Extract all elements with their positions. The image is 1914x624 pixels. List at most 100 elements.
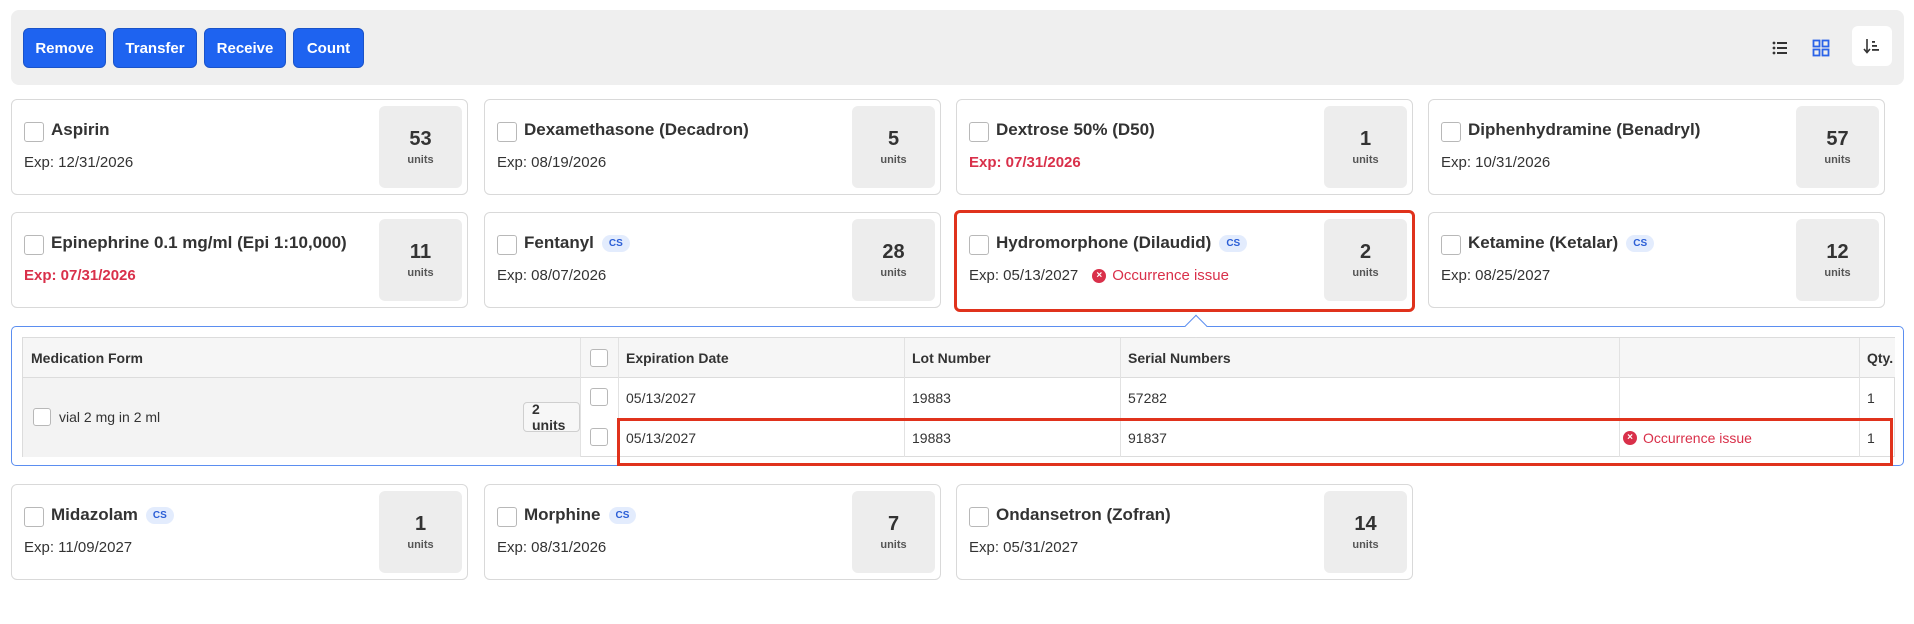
quantity-value: 7: [887, 513, 900, 535]
lot-row-checkbox[interactable]: [590, 388, 608, 406]
remove-button[interactable]: Remove: [23, 28, 106, 68]
quantity-box: 28 units: [852, 219, 935, 301]
quantity-value: 57: [1826, 128, 1849, 150]
medication-name: Diphenhydramine (Benadryl): [1468, 120, 1700, 140]
expiration-date: Exp: 05/13/2027 × Occurrence issue: [969, 267, 1229, 284]
medication-name-text: Dexamethasone (Decadron): [524, 120, 749, 139]
quantity-box: 5 units: [852, 106, 935, 188]
receive-button[interactable]: Receive: [204, 28, 286, 68]
controlled-substance-badge: CS: [601, 234, 630, 252]
quantity-box: 1 units: [379, 491, 462, 573]
occurrence-issue: × Occurrence issue: [1092, 267, 1229, 284]
quantity-value: 12: [1826, 241, 1849, 263]
medication-checkbox[interactable]: [1441, 235, 1461, 255]
quantity-value: 11: [409, 241, 432, 263]
expiration-text: Exp: 05/31/2027: [969, 539, 1079, 556]
quantity-value: 14: [1354, 513, 1377, 535]
medication-checkbox[interactable]: [497, 122, 517, 142]
medication-checkbox[interactable]: [1441, 122, 1461, 142]
medication-name-text: Dextrose 50% (D50): [996, 120, 1155, 139]
medication-card[interactable]: Aspirin Exp: 12/31/2026 53 units: [11, 99, 468, 195]
column-header-medication-form: Medication Form: [23, 338, 580, 378]
quantity-box: 1 units: [1324, 106, 1407, 188]
expiration-date: Exp: 12/31/2026: [24, 154, 133, 171]
lot-detail-panel: Medication Form Expiration Date Lot Numb…: [11, 326, 1904, 466]
medication-card[interactable]: Ondansetron (Zofran) Exp: 05/31/2027 14 …: [956, 484, 1413, 580]
medication-checkbox[interactable]: [497, 507, 517, 527]
transfer-button[interactable]: Transfer: [113, 28, 197, 68]
medication-checkbox[interactable]: [969, 507, 989, 527]
expiration-text: Exp: 07/31/2026: [969, 154, 1081, 171]
medication-card[interactable]: Diphenhydramine (Benadryl) Exp: 10/31/20…: [1428, 99, 1885, 195]
expiration-date: Exp: 08/19/2026: [497, 154, 606, 171]
medication-name-text: Diphenhydramine (Benadryl): [1468, 120, 1701, 139]
column-header-lot-number: Lot Number: [904, 338, 1120, 378]
quantity-unit: units: [407, 267, 434, 279]
list-view-icon[interactable]: [1770, 38, 1790, 58]
medication-card[interactable]: Ketamine (Ketalar) CS Exp: 08/25/2027 12…: [1428, 212, 1885, 308]
controlled-substance-badge: CS: [608, 506, 637, 524]
medication-checkbox[interactable]: [24, 122, 44, 142]
medication-checkbox[interactable]: [24, 507, 44, 527]
medication-card[interactable]: Morphine CS Exp: 08/31/2026 7 units: [484, 484, 941, 580]
medication-name-text: Ondansetron (Zofran): [996, 505, 1171, 524]
quantity-box: 12 units: [1796, 219, 1879, 301]
medication-name-text: Midazolam: [51, 505, 138, 524]
medication-card[interactable]: Fentanyl CS Exp: 08/07/2026 28 units: [484, 212, 941, 308]
quantity-value: 53: [409, 128, 432, 150]
form-units-badge: 2 units: [523, 401, 580, 433]
grid-view-icon[interactable]: [1811, 38, 1831, 58]
lot-row-checkbox[interactable]: [590, 428, 608, 446]
quantity-box: 14 units: [1324, 491, 1407, 573]
medication-form-label: vial 2 mg in 2 ml: [59, 409, 161, 425]
column-divider: [580, 338, 581, 457]
quantity-unit: units: [407, 154, 434, 166]
count-button[interactable]: Count: [293, 28, 364, 68]
medication-checkbox[interactable]: [969, 122, 989, 142]
expiration-date: Exp: 07/31/2026: [969, 154, 1081, 171]
expiration-text: Exp: 08/31/2026: [497, 539, 607, 556]
occurrence-issue-label: Occurrence issue: [1112, 267, 1229, 284]
medication-checkbox[interactable]: [24, 235, 44, 255]
lot-row-expiration: 05/13/2027: [626, 390, 697, 406]
medication-card[interactable]: Dextrose 50% (D50) Exp: 07/31/2026 1 uni…: [956, 99, 1413, 195]
expiration-date: Exp: 07/31/2026: [24, 267, 136, 284]
quantity-value: 1: [1359, 128, 1372, 150]
quantity-unit: units: [880, 154, 907, 166]
quantity-box: 7 units: [852, 491, 935, 573]
expiration-text: Exp: 12/31/2026: [24, 154, 134, 171]
medication-name: Ketamine (Ketalar) CS: [1468, 233, 1655, 253]
expiration-text: Exp: 10/31/2026: [1441, 154, 1551, 171]
medication-checkbox[interactable]: [969, 235, 989, 255]
expiration-date: Exp: 10/31/2026: [1441, 154, 1550, 171]
medication-form-cell: vial 2 mg in 2 ml 2 units: [23, 378, 580, 457]
medication-checkbox[interactable]: [497, 235, 517, 255]
medication-name-text: Aspirin: [51, 120, 110, 139]
select-all-checkbox[interactable]: [590, 349, 608, 367]
expiration-date: Exp: 08/31/2026: [497, 539, 606, 556]
controlled-substance-badge: CS: [1219, 234, 1248, 252]
medication-name: Epinephrine 0.1 mg/ml (Epi 1:10,000): [51, 233, 347, 253]
quantity-unit: units: [1352, 539, 1379, 551]
error-icon: ×: [1092, 268, 1107, 283]
quantity-unit: units: [880, 267, 907, 279]
controlled-substance-badge: CS: [145, 506, 174, 524]
quantity-value: 1: [414, 513, 427, 535]
medication-name: Dextrose 50% (D50): [996, 120, 1155, 140]
quantity-box: 53 units: [379, 106, 462, 188]
medication-card[interactable]: Dexamethasone (Decadron) Exp: 08/19/2026…: [484, 99, 941, 195]
medication-card[interactable]: Epinephrine 0.1 mg/ml (Epi 1:10,000) Exp…: [11, 212, 468, 308]
expiration-text: Exp: 08/25/2027: [1441, 267, 1551, 284]
medication-form-checkbox[interactable]: [33, 408, 51, 426]
medication-card[interactable]: Midazolam CS Exp: 11/09/2027 1 units: [11, 484, 468, 580]
medication-card[interactable]: Hydromorphone (Dilaudid) CS Exp: 05/13/2…: [954, 210, 1415, 312]
expiration-text: Exp: 08/19/2026: [497, 154, 607, 171]
sort-button[interactable]: [1852, 26, 1892, 66]
quantity-unit: units: [880, 539, 907, 551]
expiration-date: Exp: 08/07/2026: [497, 267, 606, 284]
medication-name: Aspirin: [51, 120, 110, 140]
medication-name: Dexamethasone (Decadron): [524, 120, 749, 140]
medication-name-text: Epinephrine 0.1 mg/ml (Epi 1:10,000): [51, 233, 347, 252]
quantity-box: 2 units: [1324, 219, 1407, 301]
column-header-expiration-date: Expiration Date: [618, 338, 904, 378]
